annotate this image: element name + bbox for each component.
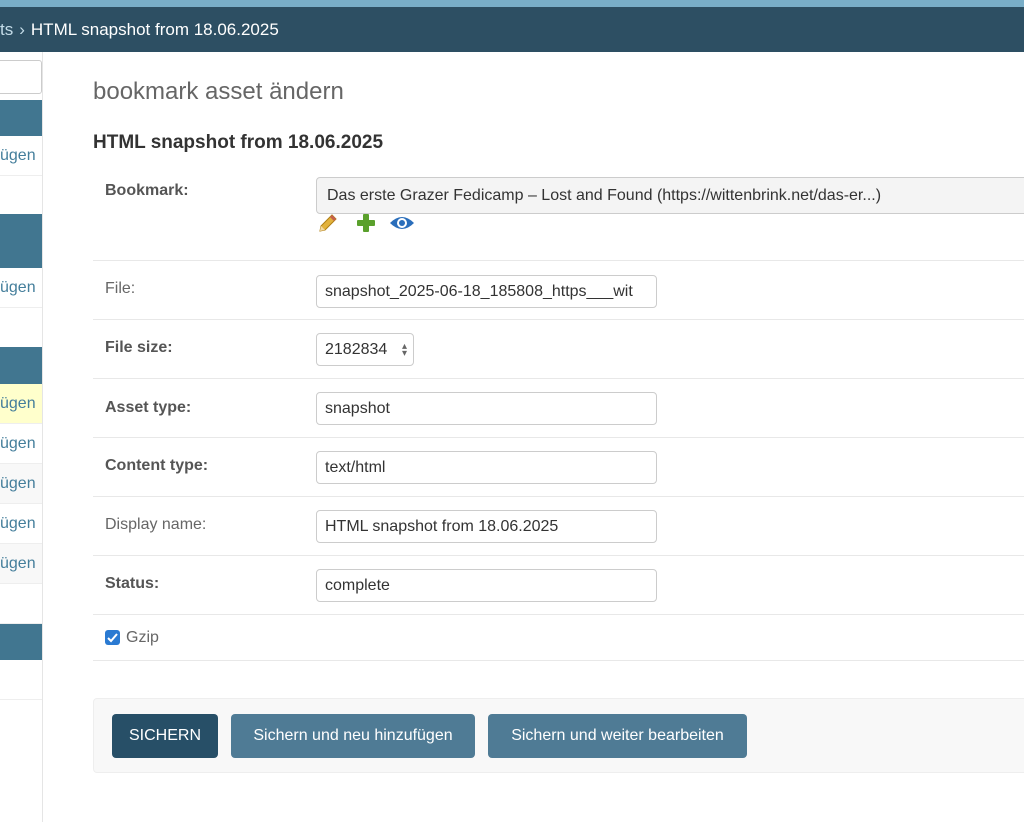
bookmark-label: Bookmark: [105, 182, 189, 199]
sidebar-add-link[interactable]: ügen [0, 384, 42, 424]
page-title: bookmark asset ändern [93, 78, 344, 105]
content-type-label: Content type: [105, 457, 209, 474]
gzip-label: Gzip [126, 629, 159, 646]
status-input[interactable]: complete [316, 569, 657, 602]
plus-icon[interactable] [355, 212, 377, 234]
file-size-label: File size: [105, 339, 173, 356]
status-label: Status: [105, 575, 160, 592]
form-row-display-name: Display name: HTML snapshot from 18.06.2… [93, 497, 1024, 556]
form-row-status: Status: complete [93, 556, 1024, 615]
sidebar-add-link[interactable]: ügen [0, 544, 42, 584]
bookmark-select[interactable]: Das erste Grazer Fedicamp – Lost and Fou… [316, 177, 1024, 214]
gzip-checkbox[interactable] [105, 630, 120, 645]
sidebar-empty-row [0, 660, 42, 700]
display-name-input[interactable]: HTML snapshot from 18.06.2025 [316, 510, 657, 543]
form-row-gzip: Gzip [93, 615, 1024, 661]
sidebar-section-header [0, 347, 42, 384]
display-name-label: Display name: [105, 516, 207, 533]
object-title: HTML snapshot from 18.06.2025 [93, 132, 384, 153]
sidebar-add-link[interactable]: ügen [0, 268, 42, 308]
sidebar: ügen ügen ügen ügen ügen ügen ügen [0, 52, 43, 822]
save-and-add-another-button[interactable]: Sichern und neu hinzufügen [231, 714, 475, 758]
form-row-content-type: Content type: text/html [93, 438, 1024, 497]
file-size-value: 2182834 [325, 341, 388, 358]
sidebar-empty-row [0, 584, 42, 624]
form-row-bookmark: Bookmark: Das erste Grazer Fedicamp – Lo… [93, 168, 1024, 261]
sidebar-add-link[interactable]: ügen [0, 504, 42, 544]
checkmark-icon [107, 633, 118, 643]
sidebar-search-input[interactable] [0, 60, 42, 94]
asset-type-input[interactable]: snapshot [316, 392, 657, 425]
asset-type-label: Asset type: [105, 399, 192, 416]
sidebar-empty-row [0, 308, 42, 348]
form-row-file-size: File size: 2182834 ▴ ▾ [93, 320, 1024, 379]
sidebar-empty-row [0, 176, 42, 216]
submit-row: SICHERN Sichern und neu hinzufügen Siche… [93, 698, 1024, 773]
content-type-input[interactable]: text/html [316, 451, 657, 484]
save-and-continue-button[interactable]: Sichern und weiter bearbeiten [488, 714, 747, 758]
file-input[interactable]: snapshot_2025-06-18_185808_https___wit [316, 275, 657, 308]
sidebar-add-link[interactable]: ügen [0, 424, 42, 464]
breadcrumb-current: HTML snapshot from 18.06.2025 [30, 20, 279, 39]
breadcrumb-separator: › [19, 20, 25, 39]
file-size-input[interactable]: 2182834 ▴ ▾ [316, 333, 414, 366]
breadcrumb-link-assets[interactable]: ts [0, 20, 13, 39]
form-row-file: File: snapshot_2025-06-18_185808_https__… [93, 261, 1024, 320]
spinner-arrows-icon[interactable]: ▴ ▾ [402, 342, 407, 359]
sidebar-section-header [0, 624, 42, 660]
pencil-icon[interactable] [317, 212, 339, 234]
eye-icon[interactable] [389, 212, 415, 234]
sidebar-section-header [0, 100, 42, 136]
sidebar-add-link[interactable]: ügen [0, 464, 42, 504]
file-label: File: [105, 280, 136, 297]
sidebar-add-link[interactable]: ügen [0, 136, 42, 176]
breadcrumb: ts › HTML snapshot from 18.06.2025 [0, 7, 1024, 52]
form-row-asset-type: Asset type: snapshot [93, 379, 1024, 438]
sidebar-section-header [0, 214, 42, 268]
top-strip [0, 0, 1024, 7]
save-button[interactable]: SICHERN [112, 714, 218, 758]
